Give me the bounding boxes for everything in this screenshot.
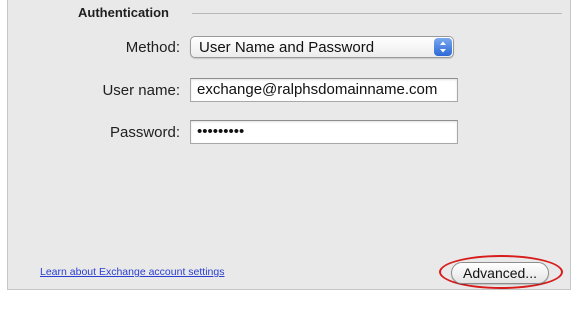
authentication-section-title: Authentication (78, 5, 177, 20)
method-selected-value: User Name and Password (199, 39, 375, 56)
section-divider (192, 13, 562, 14)
method-popup[interactable]: User Name and Password (190, 36, 454, 58)
username-label: User name: (102, 82, 180, 99)
advanced-button[interactable]: Advanced... (451, 262, 549, 284)
password-label: Password: (109, 124, 180, 141)
password-field[interactable]: ••••••••• (190, 120, 458, 144)
advanced-button-area: Advanced... (439, 255, 565, 291)
learn-about-exchange-link[interactable]: Learn about Exchange account settings (40, 266, 224, 278)
method-label: Method: (125, 39, 180, 56)
username-field[interactable]: exchange@ralphsdomainname.com (190, 78, 458, 102)
popup-arrows-icon (434, 38, 452, 56)
account-settings-panel: Authentication Method: User Name and Pas… (7, 0, 571, 290)
